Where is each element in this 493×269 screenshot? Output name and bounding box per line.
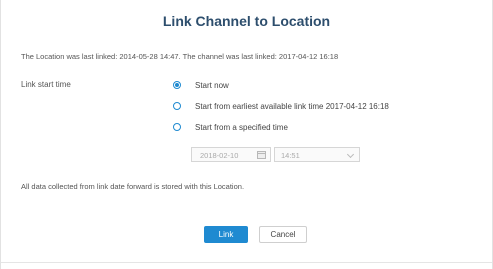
option-start-earliest[interactable]: Start from earliest available link time … [173, 100, 389, 112]
time-select[interactable]: 14:51 [274, 147, 360, 162]
chevron-down-icon [346, 150, 355, 159]
date-value: 2018-02-10 [200, 151, 239, 160]
link-button[interactable]: Link [204, 226, 248, 243]
link-start-time-label: Link start time [21, 80, 71, 89]
option-start-now[interactable]: Start now [173, 79, 229, 91]
last-linked-info: The Location was last linked: 2014-05-28… [21, 52, 339, 61]
cancel-button[interactable]: Cancel [259, 226, 307, 243]
option-start-specified[interactable]: Start from a specified time [173, 121, 288, 133]
option-start-specified-label: Start from a specified time [195, 122, 288, 132]
divider [1, 262, 492, 263]
radio-selected-dot [175, 83, 179, 87]
link-channel-dialog: Link Channel to Location The Location wa… [0, 0, 493, 269]
radio-start-specified[interactable] [173, 123, 181, 131]
radio-start-earliest[interactable] [173, 102, 181, 110]
calendar-icon[interactable] [257, 151, 266, 159]
footer-note: All data collected from link date forwar… [21, 182, 245, 191]
dialog-title: Link Channel to Location [162, 13, 331, 29]
option-start-now-label: Start now [195, 80, 229, 90]
time-value: 14:51 [281, 151, 300, 160]
option-start-earliest-label: Start from earliest available link time … [195, 101, 389, 111]
radio-start-now[interactable] [173, 81, 181, 89]
date-input[interactable]: 2018-02-10 [191, 147, 271, 162]
